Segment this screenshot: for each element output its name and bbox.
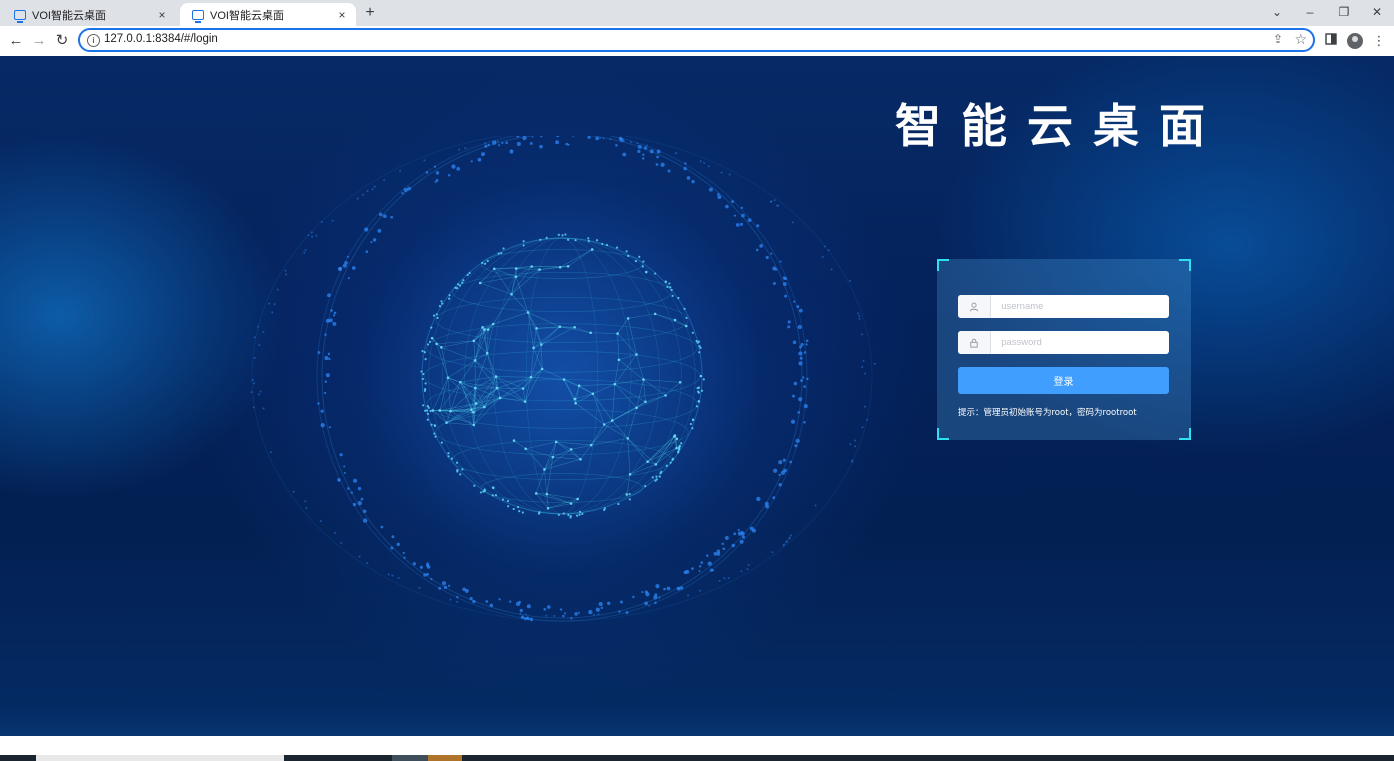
address-bar[interactable]: i 127.0.0.1:8384/#/login ⇪ ☆: [78, 28, 1315, 52]
restore-button[interactable]: ❐: [1329, 2, 1359, 22]
browser-tab[interactable]: VOI智能云桌面 ×: [2, 3, 176, 26]
login-page: 智能云桌面 登录 提示：管理员初始账号为root，密码为rootroot: [0, 56, 1394, 736]
username-input[interactable]: [991, 300, 1169, 313]
password-field: [958, 331, 1169, 354]
user-icon: [958, 295, 992, 318]
username-field: [958, 295, 1169, 318]
bookmark-star-icon[interactable]: ☆: [1294, 31, 1307, 48]
globe-network-illustration: [250, 136, 876, 622]
panel-corner-decoration: [1179, 259, 1191, 271]
new-tab-button[interactable]: +: [362, 4, 378, 22]
side-panel-icon[interactable]: [1322, 32, 1340, 50]
minimize-button[interactable]: –: [1295, 2, 1325, 22]
back-button[interactable]: ←: [6, 31, 26, 51]
login-panel: 登录 提示：管理员初始账号为root，密码为rootroot: [937, 259, 1191, 440]
taskbar-item[interactable]: [428, 755, 462, 761]
lock-icon: [958, 331, 992, 354]
password-input[interactable]: [991, 336, 1169, 349]
tab-favicon-icon: [192, 9, 204, 23]
address-url[interactable]: 127.0.0.1:8384/#/login: [104, 33, 218, 45]
profile-avatar-icon[interactable]: [1347, 33, 1363, 49]
reload-button[interactable]: ↻: [52, 31, 72, 51]
browser-menu-icon[interactable]: ⋮: [1370, 32, 1388, 50]
tab-title: VOI智能云桌面: [210, 9, 284, 22]
tab-strip: VOI智能云桌面 × VOI智能云桌面 × + ⌄ – ❐ ✕: [0, 0, 1394, 26]
taskbar-item[interactable]: [36, 755, 284, 761]
taskbar-item[interactable]: [392, 755, 428, 761]
close-icon[interactable]: ×: [154, 8, 170, 22]
forward-button[interactable]: →: [29, 31, 49, 51]
tab-favicon-icon: [14, 9, 26, 23]
site-info-icon[interactable]: i: [87, 34, 100, 47]
page-bottom-strip: [0, 736, 1394, 755]
login-button[interactable]: 登录: [958, 367, 1169, 394]
close-icon[interactable]: ×: [334, 8, 350, 22]
page-title: 智能云桌面: [895, 99, 1225, 153]
tab-search-button[interactable]: ⌄: [1262, 2, 1292, 22]
share-icon[interactable]: ⇪: [1273, 32, 1283, 46]
panel-corner-decoration: [937, 259, 949, 271]
close-window-button[interactable]: ✕: [1362, 2, 1392, 22]
browser-toolbar: ← → ↻ i 127.0.0.1:8384/#/login ⇪ ☆ ⋮: [0, 26, 1394, 56]
panel-corner-decoration: [1179, 428, 1191, 440]
panel-corner-decoration: [937, 428, 949, 440]
tab-title: VOI智能云桌面: [32, 9, 106, 22]
login-hint: 提示：管理员初始账号为root，密码为rootroot: [958, 408, 1137, 418]
browser-tab-active[interactable]: VOI智能云桌面 ×: [180, 3, 356, 26]
